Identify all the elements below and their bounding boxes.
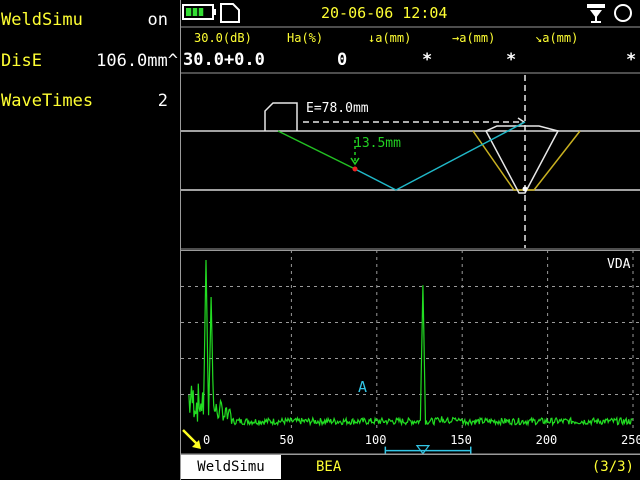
ascan-mode-label: VDA [607,257,631,272]
weldsimu-value[interactable]: on [120,10,168,30]
tab-bea[interactable]: BEA [316,455,341,479]
gate-a-label: A [358,378,368,396]
dise-value[interactable]: 106.0mm^ [78,51,178,71]
arrow-icon [182,429,201,449]
depth-dimension-label: 13.5mm [354,136,401,151]
x-tick-label: 50 [279,433,294,447]
beam-leg-1 [277,130,356,170]
x-tick-label: 0 [203,433,211,447]
weld-bevel-outline [472,130,581,191]
gate-a-peak-marker [415,445,431,455]
x-tick-label: 100 [364,433,387,447]
ascan-trace [188,259,634,427]
weld-simulation-view [181,72,640,250]
wavetimes-value[interactable]: 2 [130,91,168,111]
e-dimension-label: E=78.0mm [306,101,369,116]
wavetimes-label: WaveTimes [1,91,94,111]
page-indicator: (3/3) [591,459,634,475]
defect-marker [352,166,358,172]
weldsimu-label: WeldSimu [1,10,83,30]
ascan-chart[interactable] [181,250,640,455]
x-tick-label: 150 [450,433,472,447]
beam-leg-1b [354,168,397,191]
tab-weldsimu[interactable]: WeldSimu [181,455,281,479]
dise-label: DisE [1,51,42,71]
beam-leg-2 [395,121,526,191]
probe-icon [264,102,298,131]
x-tick-label: 200 [535,433,558,447]
x-tick-label: 250(mm) [621,433,640,447]
